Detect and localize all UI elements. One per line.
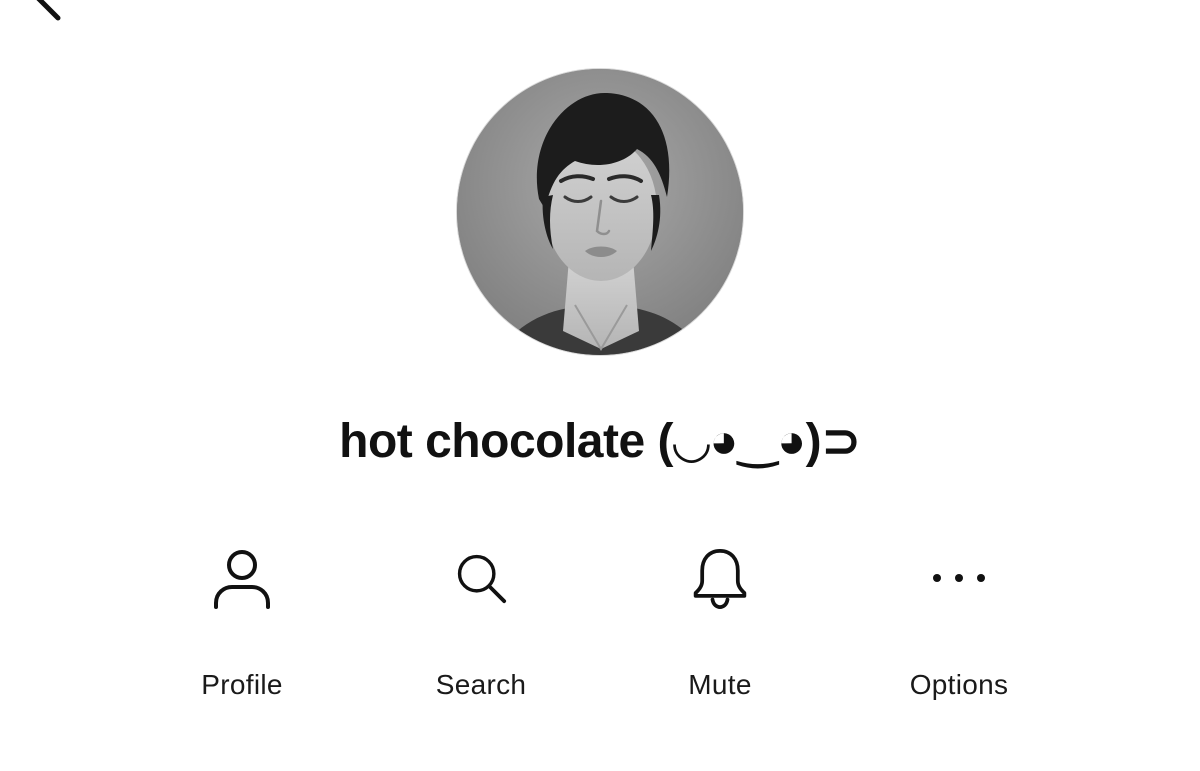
person-icon	[212, 538, 272, 618]
more-horizontal-icon	[929, 538, 989, 618]
mute-label: Mute	[688, 669, 752, 700]
profile-button[interactable]: Profile	[142, 530, 342, 720]
back-button[interactable]	[18, 0, 78, 30]
search-button[interactable]: Search	[381, 530, 581, 720]
action-bar: Profile Search Mute Options	[0, 530, 1200, 720]
bell-icon	[690, 538, 750, 618]
avatar[interactable]	[456, 68, 744, 356]
back-arrow-icon	[36, 0, 61, 21]
chat-name: hot chocolate (◡◕‿◕)⊃	[339, 415, 861, 468]
options-label: Options	[909, 669, 1009, 700]
search-label: Search	[435, 669, 527, 700]
avatar-photo	[457, 69, 743, 355]
mute-button[interactable]: Mute	[620, 530, 820, 720]
profile-label: Profile	[201, 669, 283, 700]
search-icon	[451, 538, 511, 618]
options-button[interactable]: Options	[859, 530, 1059, 720]
